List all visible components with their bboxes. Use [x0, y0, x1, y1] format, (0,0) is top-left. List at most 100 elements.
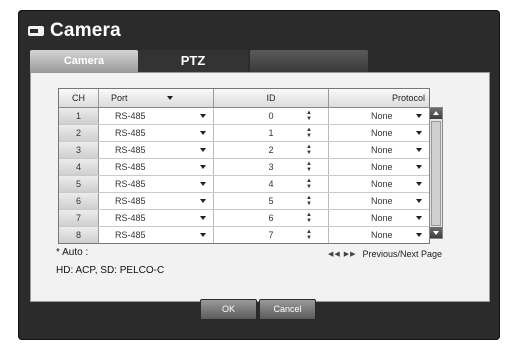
id-value: 7 — [268, 230, 274, 240]
table-row: 8 RS-485 7 ▲ ▼ None — [59, 227, 429, 243]
id-stepper[interactable]: 1 ▲ ▼ — [214, 125, 329, 141]
chevron-down-icon — [416, 199, 422, 203]
id-value: 2 — [268, 145, 274, 155]
chevron-down-icon — [416, 114, 422, 118]
header-port[interactable]: Port — [99, 89, 214, 107]
row-ch: 2 — [59, 125, 99, 141]
chevron-down-icon — [200, 199, 206, 203]
tab-bar: Camera PTZ — [30, 50, 368, 72]
header-port-label: Port — [111, 93, 128, 103]
port-select[interactable]: RS-485 — [99, 108, 214, 124]
protocol-select[interactable]: None — [329, 142, 429, 158]
chevron-down-icon — [416, 182, 422, 186]
port-select[interactable]: RS-485 — [99, 193, 214, 209]
chevron-down-icon — [200, 165, 206, 169]
vertical-scrollbar[interactable] — [429, 107, 443, 239]
header-ch: CH — [59, 89, 99, 107]
id-value: 5 — [268, 196, 274, 206]
chevron-down-icon — [416, 131, 422, 135]
spinner-arrows-icon: ▲ ▼ — [306, 127, 312, 139]
auto-note: * Auto : — [56, 247, 89, 258]
ptz-panel: CH Port ID Protocol 1 RS-485 0 ▲ ▼ None 2 RS-48… — [30, 72, 490, 302]
table-row: 2 RS-485 1 ▲ ▼ None — [59, 125, 429, 142]
spinner-arrows-icon: ▲ ▼ — [306, 212, 312, 224]
row-ch: 3 — [59, 142, 99, 158]
spinner-arrows-icon: ▲ ▼ — [306, 161, 312, 173]
scroll-down-button[interactable] — [430, 227, 442, 238]
chevron-down-icon — [416, 165, 422, 169]
pager-hint: ◀◀ ▶▶ Previous/Next Page — [328, 249, 442, 259]
protocol-value: None — [371, 128, 393, 138]
window-title: Camera — [50, 20, 121, 41]
pager-label: Previous/Next Page — [362, 249, 443, 259]
id-stepper[interactable]: 0 ▲ ▼ — [214, 108, 329, 124]
port-value: RS-485 — [115, 213, 146, 223]
port-value: RS-485 — [115, 145, 146, 155]
row-ch: 1 — [59, 108, 99, 124]
spinner-arrows-icon: ▲ ▼ — [306, 229, 312, 241]
tab-ptz[interactable]: PTZ — [138, 50, 248, 72]
header-protocol: Protocol — [391, 93, 425, 103]
chevron-down-icon — [416, 233, 422, 237]
protocol-select[interactable]: None — [329, 108, 429, 124]
cancel-button[interactable]: Cancel — [259, 299, 316, 320]
tab-camera[interactable]: Camera — [30, 50, 138, 72]
chevron-down-icon — [200, 233, 206, 237]
id-stepper[interactable]: 3 ▲ ▼ — [214, 159, 329, 175]
table-row: 3 RS-485 2 ▲ ▼ None — [59, 142, 429, 159]
table-body: 1 RS-485 0 ▲ ▼ None 2 RS-485 1 ▲ ▼ None 3 RS-485 2 ▲ ▼ No… — [59, 108, 429, 243]
ok-button[interactable]: OK — [200, 299, 257, 320]
table-row: 1 RS-485 0 ▲ ▼ None — [59, 108, 429, 125]
chevron-down-icon — [416, 148, 422, 152]
scroll-thumb[interactable] — [431, 121, 441, 226]
port-select[interactable]: RS-485 — [99, 176, 214, 192]
table-row: 5 RS-485 4 ▲ ▼ None — [59, 176, 429, 193]
port-select[interactable]: RS-485 — [99, 210, 214, 226]
protocol-select[interactable]: None — [329, 210, 429, 226]
protocol-select[interactable]: None — [329, 227, 429, 243]
port-value: RS-485 — [115, 162, 146, 172]
row-ch: 6 — [59, 193, 99, 209]
protocol-select[interactable]: None — [329, 159, 429, 175]
title-bar: Camera — [28, 16, 121, 46]
id-stepper[interactable]: 5 ▲ ▼ — [214, 193, 329, 209]
protocol-value: None — [371, 145, 393, 155]
protocol-select[interactable]: None — [329, 176, 429, 192]
row-ch: 5 — [59, 176, 99, 192]
protocol-value: None — [371, 196, 393, 206]
protocol-value: None — [371, 213, 393, 223]
double-arrow-icon: ◀◀ ▶▶ — [328, 251, 357, 258]
camera-window: Camera Camera PTZ CH Port ID Protocol 1 R… — [18, 10, 500, 340]
spinner-arrows-icon: ▲ ▼ — [306, 144, 312, 156]
chevron-down-icon — [167, 96, 173, 100]
row-ch: 8 — [59, 227, 99, 243]
table-row: 4 RS-485 3 ▲ ▼ None — [59, 159, 429, 176]
chevron-down-icon — [200, 182, 206, 186]
id-stepper[interactable]: 7 ▲ ▼ — [214, 227, 329, 243]
id-stepper[interactable]: 4 ▲ ▼ — [214, 176, 329, 192]
port-select[interactable]: RS-485 — [99, 159, 214, 175]
tab-spacer — [250, 50, 368, 72]
id-value: 4 — [268, 179, 274, 189]
protocol-value: None — [371, 111, 393, 121]
table-row: 6 RS-485 5 ▲ ▼ None — [59, 193, 429, 210]
scroll-up-button[interactable] — [430, 108, 442, 119]
port-select[interactable]: RS-485 — [99, 227, 214, 243]
port-value: RS-485 — [115, 179, 146, 189]
table-row: 7 RS-485 6 ▲ ▼ None — [59, 210, 429, 227]
port-select[interactable]: RS-485 — [99, 142, 214, 158]
id-value: 1 — [268, 128, 274, 138]
row-ch: 4 — [59, 159, 99, 175]
protocol-select[interactable]: None — [329, 193, 429, 209]
id-value: 3 — [268, 162, 274, 172]
protocol-select[interactable]: None — [329, 125, 429, 141]
id-stepper[interactable]: 6 ▲ ▼ — [214, 210, 329, 226]
auto-note-detail: HD: ACP, SD: PELCO-C — [56, 265, 165, 276]
row-ch: 7 — [59, 210, 99, 226]
port-select[interactable]: RS-485 — [99, 125, 214, 141]
id-value: 0 — [268, 111, 274, 121]
chevron-down-icon — [200, 131, 206, 135]
id-stepper[interactable]: 2 ▲ ▼ — [214, 142, 329, 158]
protocol-value: None — [371, 162, 393, 172]
port-value: RS-485 — [115, 128, 146, 138]
